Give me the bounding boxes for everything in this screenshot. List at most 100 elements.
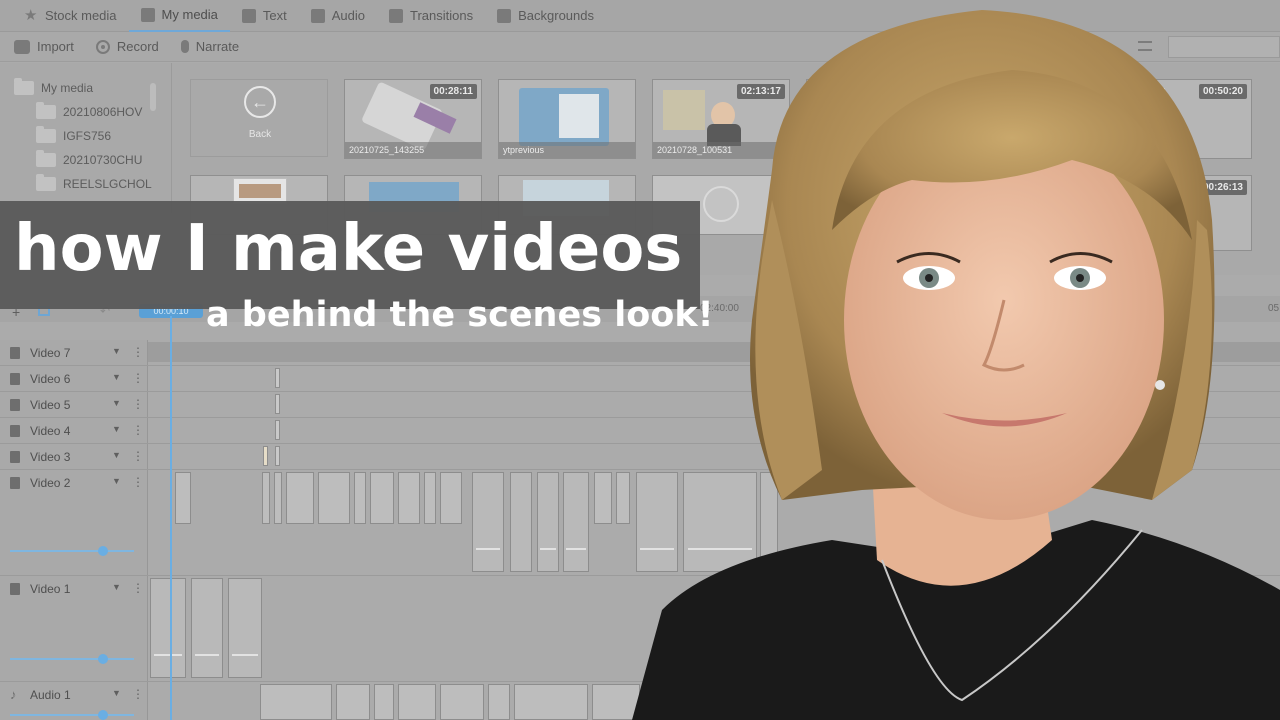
timeline-clip[interactable]: [228, 578, 262, 678]
more-icon[interactable]: ⋮: [132, 345, 144, 359]
playhead[interactable]: [170, 316, 172, 720]
more-icon[interactable]: ⋮: [132, 449, 144, 463]
timeline-clip[interactable]: [275, 446, 280, 466]
tab-label: Text: [262, 8, 287, 23]
timeline-clip[interactable]: [594, 472, 612, 524]
track-header[interactable]: Video 5 ▼ ⋮: [0, 392, 148, 418]
timeline-clip[interactable]: [191, 578, 223, 678]
volume-slider[interactable]: [10, 546, 134, 556]
more-icon[interactable]: ⋮: [132, 687, 144, 701]
timeline-clip[interactable]: [537, 472, 559, 572]
timeline-clip[interactable]: [175, 472, 191, 524]
folder-icon: [36, 126, 56, 143]
audio-clip[interactable]: [514, 684, 588, 720]
back-button[interactable]: ← Back: [190, 79, 328, 157]
import-label: Import: [37, 39, 74, 54]
timeline-clip[interactable]: [274, 472, 282, 524]
tree-root[interactable]: My media: [14, 78, 93, 95]
track-label: Video 3: [30, 450, 71, 464]
track-label: Video 4: [30, 424, 71, 438]
timeline-clip[interactable]: [263, 446, 268, 466]
timeline-clip[interactable]: [563, 472, 589, 572]
timeline-clip[interactable]: [262, 472, 270, 524]
tab-stock-media[interactable]: ★ Stock media: [12, 0, 129, 32]
timeline-clip[interactable]: [275, 368, 280, 388]
chevron-down-icon[interactable]: ▼: [112, 372, 121, 382]
track-header[interactable]: Video 4 ▼ ⋮: [0, 418, 148, 444]
chevron-down-icon[interactable]: ▼: [112, 346, 121, 356]
tree-folder[interactable]: 20210806HOV: [36, 102, 142, 119]
audio-clip[interactable]: [398, 684, 436, 720]
tab-label: Audio: [331, 8, 365, 23]
chevron-down-icon[interactable]: ▼: [112, 582, 121, 592]
film-icon: [10, 583, 20, 595]
audio-clip[interactable]: [336, 684, 370, 720]
more-icon[interactable]: ⋮: [132, 475, 144, 489]
tree-folder[interactable]: REELSLGCHOL: [36, 174, 152, 191]
timeline-clip[interactable]: [424, 472, 436, 524]
track-header[interactable]: Video 2 ▼ ⋮: [0, 470, 148, 496]
tree-folder[interactable]: 20210730CHU: [36, 150, 142, 167]
cloud-upload-icon: [14, 39, 30, 54]
audio-waveform: [476, 548, 500, 550]
track-label: Video 5: [30, 398, 71, 412]
record-button[interactable]: Record: [95, 39, 159, 54]
import-button[interactable]: Import: [14, 39, 74, 54]
chevron-down-icon[interactable]: ▼: [112, 424, 121, 434]
thumbnail-image: [559, 94, 599, 138]
chevron-down-icon[interactable]: ▼: [112, 688, 121, 698]
tab-audio[interactable]: Audio: [299, 0, 377, 32]
volume-slider[interactable]: [10, 654, 134, 664]
tab-text[interactable]: Text: [230, 0, 299, 32]
track-header[interactable]: Video 1 ▼ ⋮: [0, 576, 148, 602]
audio-waveform: [232, 654, 258, 656]
timeline-clip[interactable]: [440, 472, 462, 524]
tab-label: Stock media: [45, 8, 117, 23]
tree-folder-label: REELSLGCHOL: [63, 177, 152, 191]
audio-clip[interactable]: [374, 684, 394, 720]
timeline-clip[interactable]: [370, 472, 394, 524]
audio-clip[interactable]: [488, 684, 510, 720]
more-icon[interactable]: ⋮: [132, 397, 144, 411]
track-label: Video 1: [30, 582, 71, 596]
volume-slider[interactable]: [10, 710, 134, 720]
timeline-clip[interactable]: [354, 472, 366, 524]
chevron-down-icon[interactable]: ▼: [112, 398, 121, 408]
track-header[interactable]: Video 6 ▼ ⋮: [0, 366, 148, 392]
track-header[interactable]: Video 7 ▼ ⋮: [0, 340, 148, 366]
timeline-clip[interactable]: [398, 472, 420, 524]
folder-icon: [140, 7, 155, 22]
music-note-icon: ♪: [10, 687, 17, 702]
tab-my-media[interactable]: My media: [128, 0, 230, 32]
audio-clip[interactable]: [260, 684, 332, 720]
timeline-clip[interactable]: [275, 394, 280, 414]
timeline-clip[interactable]: [150, 578, 186, 678]
timeline-clip[interactable]: [318, 472, 350, 524]
audio-clip[interactable]: [440, 684, 484, 720]
tree-folder-label: IGFS756: [63, 129, 112, 143]
media-thumbnail[interactable]: ytprevious: [498, 79, 636, 159]
audio-waveform: [566, 548, 586, 550]
timeline-clip[interactable]: [616, 472, 630, 524]
timeline-clip[interactable]: [510, 472, 532, 572]
thumbnail-image: [239, 184, 281, 198]
thumbnail-caption: ytprevious: [499, 142, 635, 158]
more-icon[interactable]: ⋮: [132, 423, 144, 437]
film-icon: [10, 347, 20, 359]
tree-scrollbar[interactable]: [150, 83, 156, 111]
tab-transitions[interactable]: Transitions: [377, 0, 485, 32]
track-header[interactable]: Video 3 ▼ ⋮: [0, 444, 148, 470]
media-thumbnail[interactable]: 00:28:11 20210725_143255: [344, 79, 482, 159]
tab-label: Backgrounds: [518, 8, 594, 23]
timeline-clip[interactable]: [275, 420, 280, 440]
tab-backgrounds[interactable]: Backgrounds: [485, 0, 606, 32]
chevron-down-icon[interactable]: ▼: [112, 476, 121, 486]
track-header[interactable]: ♪ Audio 1 ▼ ⋮: [0, 682, 148, 708]
timeline-clip[interactable]: [286, 472, 314, 524]
chevron-down-icon[interactable]: ▼: [112, 450, 121, 460]
more-icon[interactable]: ⋮: [132, 581, 144, 595]
more-icon[interactable]: ⋮: [132, 371, 144, 385]
narrate-button[interactable]: Narrate: [180, 39, 239, 54]
tree-folder[interactable]: IGFS756: [36, 126, 112, 143]
timeline-clip[interactable]: [472, 472, 504, 572]
